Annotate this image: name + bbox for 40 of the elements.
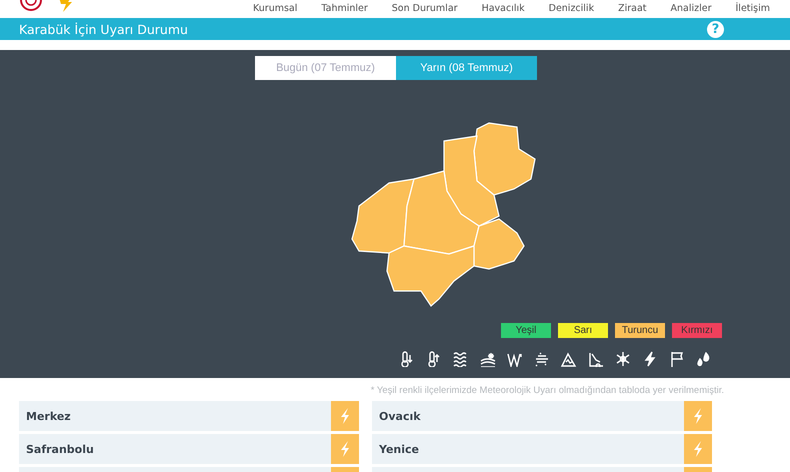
thermometer-down-icon[interactable] [399, 351, 415, 367]
thermometer-up-icon[interactable] [426, 351, 442, 367]
lightning-icon[interactable] [642, 351, 658, 367]
nav-link[interactable]: Analizler [670, 2, 712, 15]
district-name: Ovacık [378, 408, 422, 424]
avalanche-icon[interactable] [561, 351, 577, 367]
nav-link[interactable]: Havacılık [482, 2, 525, 15]
legend-item: Sarı [558, 323, 608, 338]
lightning-icon [340, 408, 350, 424]
nav-link[interactable]: Kurumsal [253, 2, 298, 15]
rain-drops-icon[interactable] [696, 351, 712, 367]
snow-ground-icon[interactable] [480, 351, 496, 367]
district-shape[interactable] [351, 178, 415, 254]
wind-gust-icon[interactable] [507, 351, 523, 367]
footnote: * Yeşil renkli ilçelerimizde Meteorolojik Uyarı olmadığından tabloda yer verilmemiştir. [370, 385, 725, 398]
district-shape[interactable] [403, 170, 480, 255]
district-shape[interactable] [443, 135, 500, 227]
snowflake-icon[interactable] [615, 351, 631, 367]
legend-item: Kırmızı [672, 323, 722, 338]
waves-icon[interactable] [453, 351, 469, 367]
lightning-icon [693, 408, 703, 424]
district-shape[interactable] [386, 245, 475, 307]
legend-item: Turuncu [615, 323, 665, 338]
dust-storm-icon[interactable] [534, 351, 550, 367]
nav-link[interactable]: Tahminler [321, 2, 368, 15]
page-title: Karabük İçin Uyarı Durumu [19, 22, 188, 36]
district-name: Merkez [25, 408, 72, 424]
nav-link[interactable]: İletişim [736, 2, 770, 15]
district-name: Safranbolu [25, 442, 95, 458]
landslide-icon[interactable] [588, 351, 604, 367]
nav-link[interactable]: Denizcilik [548, 2, 594, 15]
nav-link[interactable]: Son Durumlar [392, 2, 458, 15]
district-shape[interactable] [473, 218, 525, 270]
lightning-icon [693, 441, 703, 457]
legend-item: Yeşil [501, 323, 551, 338]
nav-link[interactable]: Ziraat [618, 2, 646, 15]
lightning-icon [340, 441, 350, 457]
district-shape[interactable] [473, 122, 536, 196]
windsock-icon[interactable] [669, 351, 685, 367]
district-name: Yenice [378, 442, 420, 458]
